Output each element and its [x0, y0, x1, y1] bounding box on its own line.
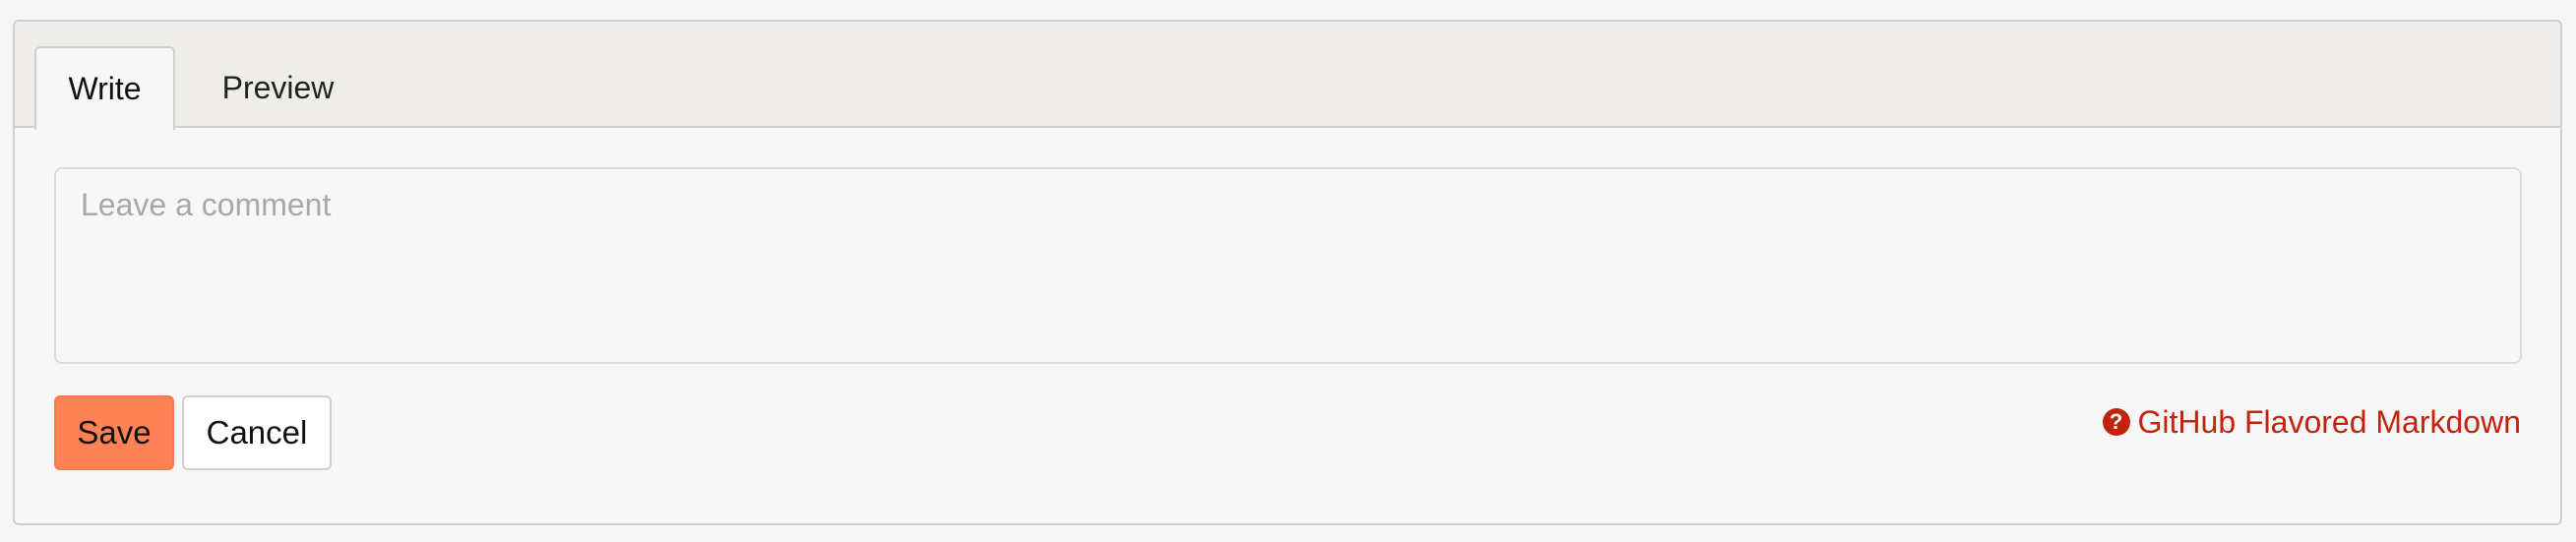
question-circle-icon: ?	[2102, 408, 2130, 436]
tab-preview[interactable]: Preview	[192, 46, 364, 130]
comment-editor-panel: Write Preview Save Cancel ? GitHub Flavo…	[13, 20, 2562, 525]
editor-tab-bar: Write Preview	[15, 22, 2560, 130]
tab-write[interactable]: Write	[34, 46, 175, 130]
comment-input[interactable]	[54, 167, 2522, 364]
cancel-button[interactable]: Cancel	[182, 395, 332, 470]
markdown-help-label: GitHub Flavored Markdown	[2137, 403, 2521, 440]
markdown-help-link[interactable]: ? GitHub Flavored Markdown	[2102, 400, 2521, 444]
save-button[interactable]: Save	[54, 395, 174, 470]
